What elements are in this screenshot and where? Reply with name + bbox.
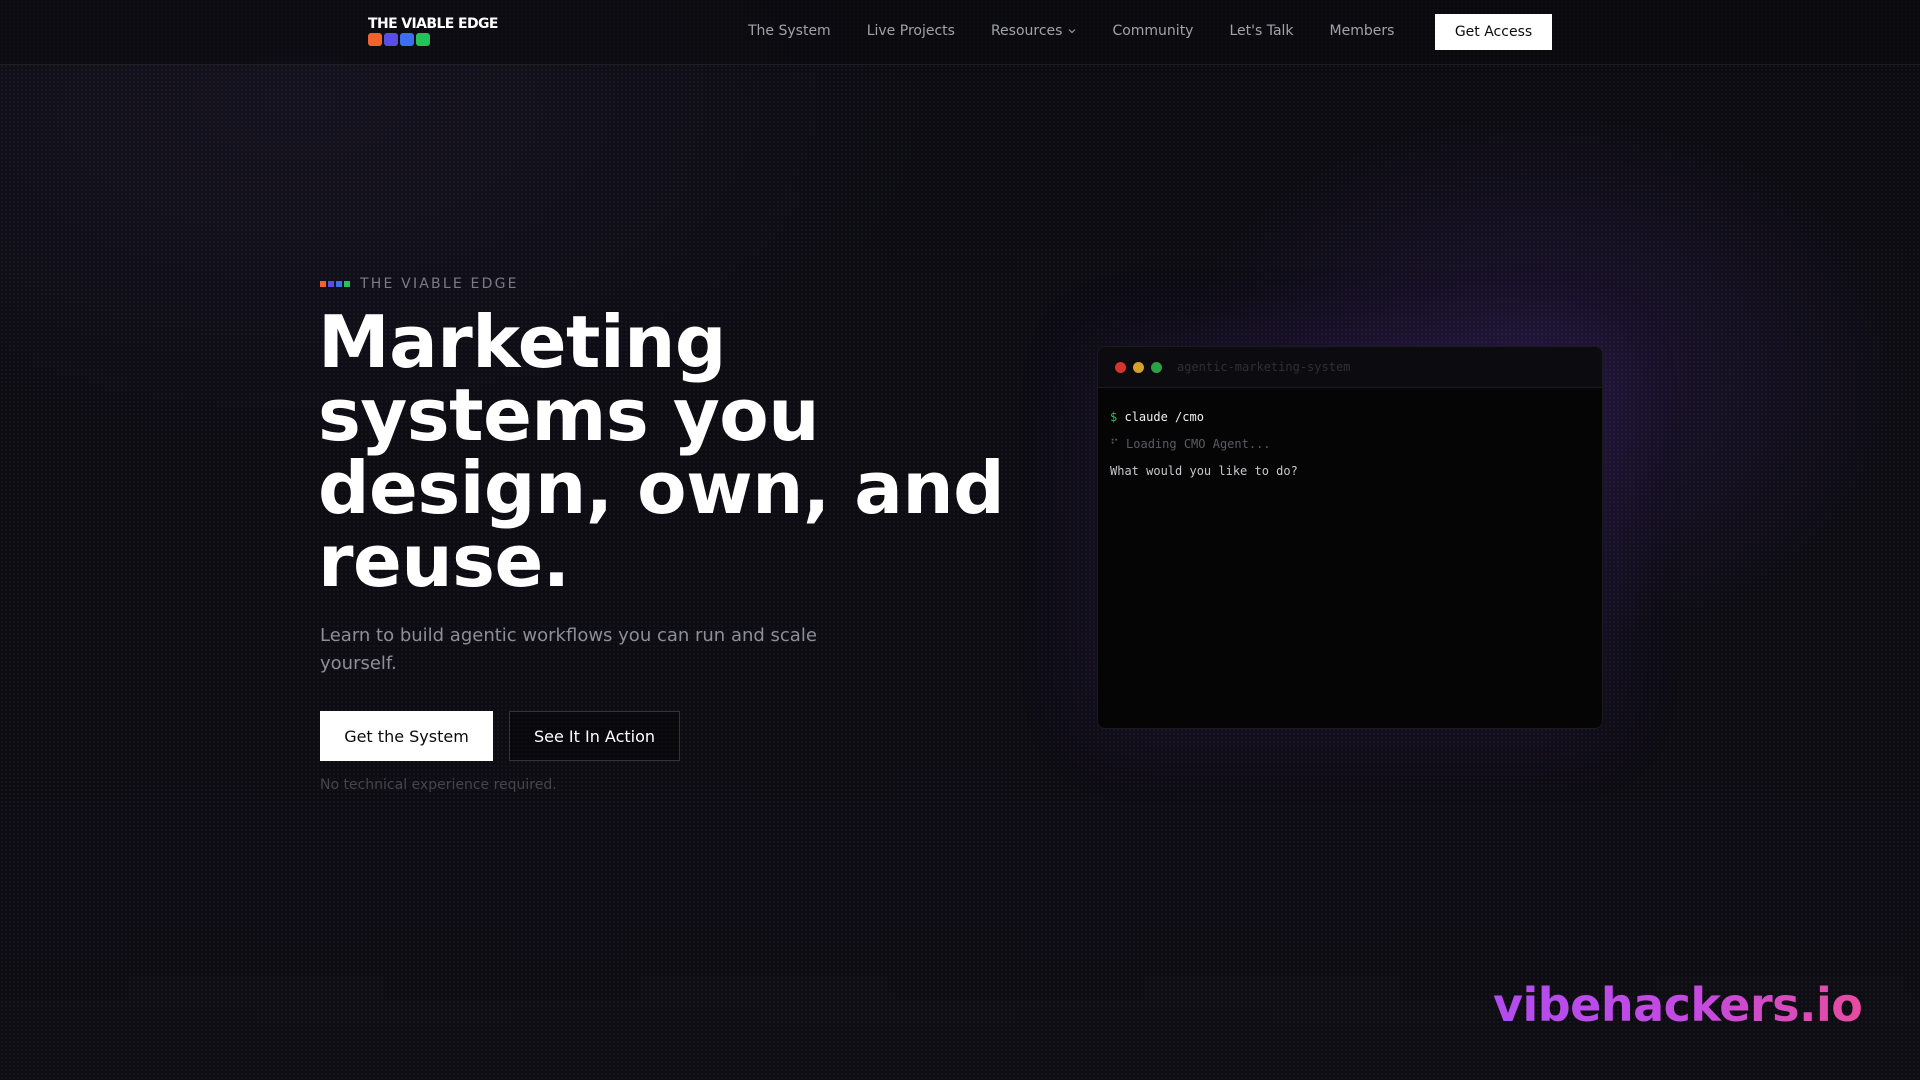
nav-link-community[interactable]: Community bbox=[1112, 23, 1193, 39]
chevron-down-icon bbox=[1069, 29, 1076, 34]
logo-block-green bbox=[416, 33, 430, 46]
logo-block-purple bbox=[384, 33, 398, 46]
terminal-command: claude /cmo bbox=[1124, 410, 1204, 424]
landing-page: THE VIABLE EDGE The System Live Projects… bbox=[0, 0, 1920, 1080]
top-navigation: THE VIABLE EDGE The System Live Projects… bbox=[0, 0, 1920, 65]
hero-subhead: Learn to build agentic workflows you can… bbox=[320, 625, 817, 674]
logo-text: THE VIABLE EDGE bbox=[368, 16, 498, 32]
eyebrow-block-orange bbox=[320, 281, 326, 287]
watermark: vibehackers.io bbox=[1493, 978, 1863, 1032]
nav-links: The System Live Projects Resources Commu… bbox=[748, 0, 1430, 62]
nav-link-resources[interactable]: Resources bbox=[991, 23, 1077, 39]
logo-block-orange bbox=[368, 33, 382, 46]
terminal-maximize-dot bbox=[1151, 361, 1162, 373]
terminal-command-line: $ claude /cmo bbox=[1110, 404, 1590, 431]
eyebrow-block-blue bbox=[336, 281, 342, 287]
terminal-question: What would you like to do? bbox=[1110, 464, 1298, 478]
eyebrow-text: THE VIABLE EDGE bbox=[360, 276, 519, 292]
terminal-minimize-dot bbox=[1133, 361, 1144, 373]
nav-link-lets-talk[interactable]: Let's Talk bbox=[1229, 23, 1293, 39]
terminal-loading-line: ⠋ Loading CMO Agent... bbox=[1110, 431, 1590, 458]
get-access-button[interactable]: Get Access bbox=[1435, 14, 1552, 50]
hero-eyebrow: THE VIABLE EDGE bbox=[320, 276, 519, 292]
eyebrow-block-purple bbox=[328, 281, 334, 287]
eyebrow-block-green bbox=[344, 281, 350, 287]
logo-color-blocks bbox=[368, 33, 498, 46]
brand-logo[interactable]: THE VIABLE EDGE bbox=[368, 17, 498, 49]
terminal-window: agentic-marketing-system $ claude /cmo ⠋… bbox=[1097, 346, 1603, 729]
get-the-system-button[interactable]: Get the System bbox=[320, 711, 493, 761]
spinner-icon: ⠋ bbox=[1110, 437, 1119, 451]
terminal-loading-text: Loading CMO Agent... bbox=[1126, 437, 1271, 451]
see-it-in-action-button[interactable]: See It In Action bbox=[509, 711, 680, 761]
nav-link-live-projects[interactable]: Live Projects bbox=[867, 23, 955, 39]
terminal-prompt-symbol: $ bbox=[1110, 410, 1118, 424]
terminal-close-dot bbox=[1115, 361, 1126, 373]
terminal-title-bar: agentic-marketing-system bbox=[1098, 347, 1602, 388]
nav-link-the-system[interactable]: The System bbox=[748, 23, 831, 39]
terminal-body: $ claude /cmo ⠋ Loading CMO Agent... Wha… bbox=[1098, 388, 1602, 501]
terminal-title: agentic-marketing-system bbox=[1177, 360, 1351, 374]
hero-note: No technical experience required. bbox=[320, 777, 557, 793]
nav-link-members[interactable]: Members bbox=[1330, 23, 1395, 39]
logo-block-blue bbox=[400, 33, 414, 46]
nav-link-resources-label: Resources bbox=[990, 23, 1063, 39]
hero-headline: Marketing systems you design, own, and r… bbox=[318, 300, 1005, 603]
eyebrow-color-blocks bbox=[320, 281, 350, 287]
